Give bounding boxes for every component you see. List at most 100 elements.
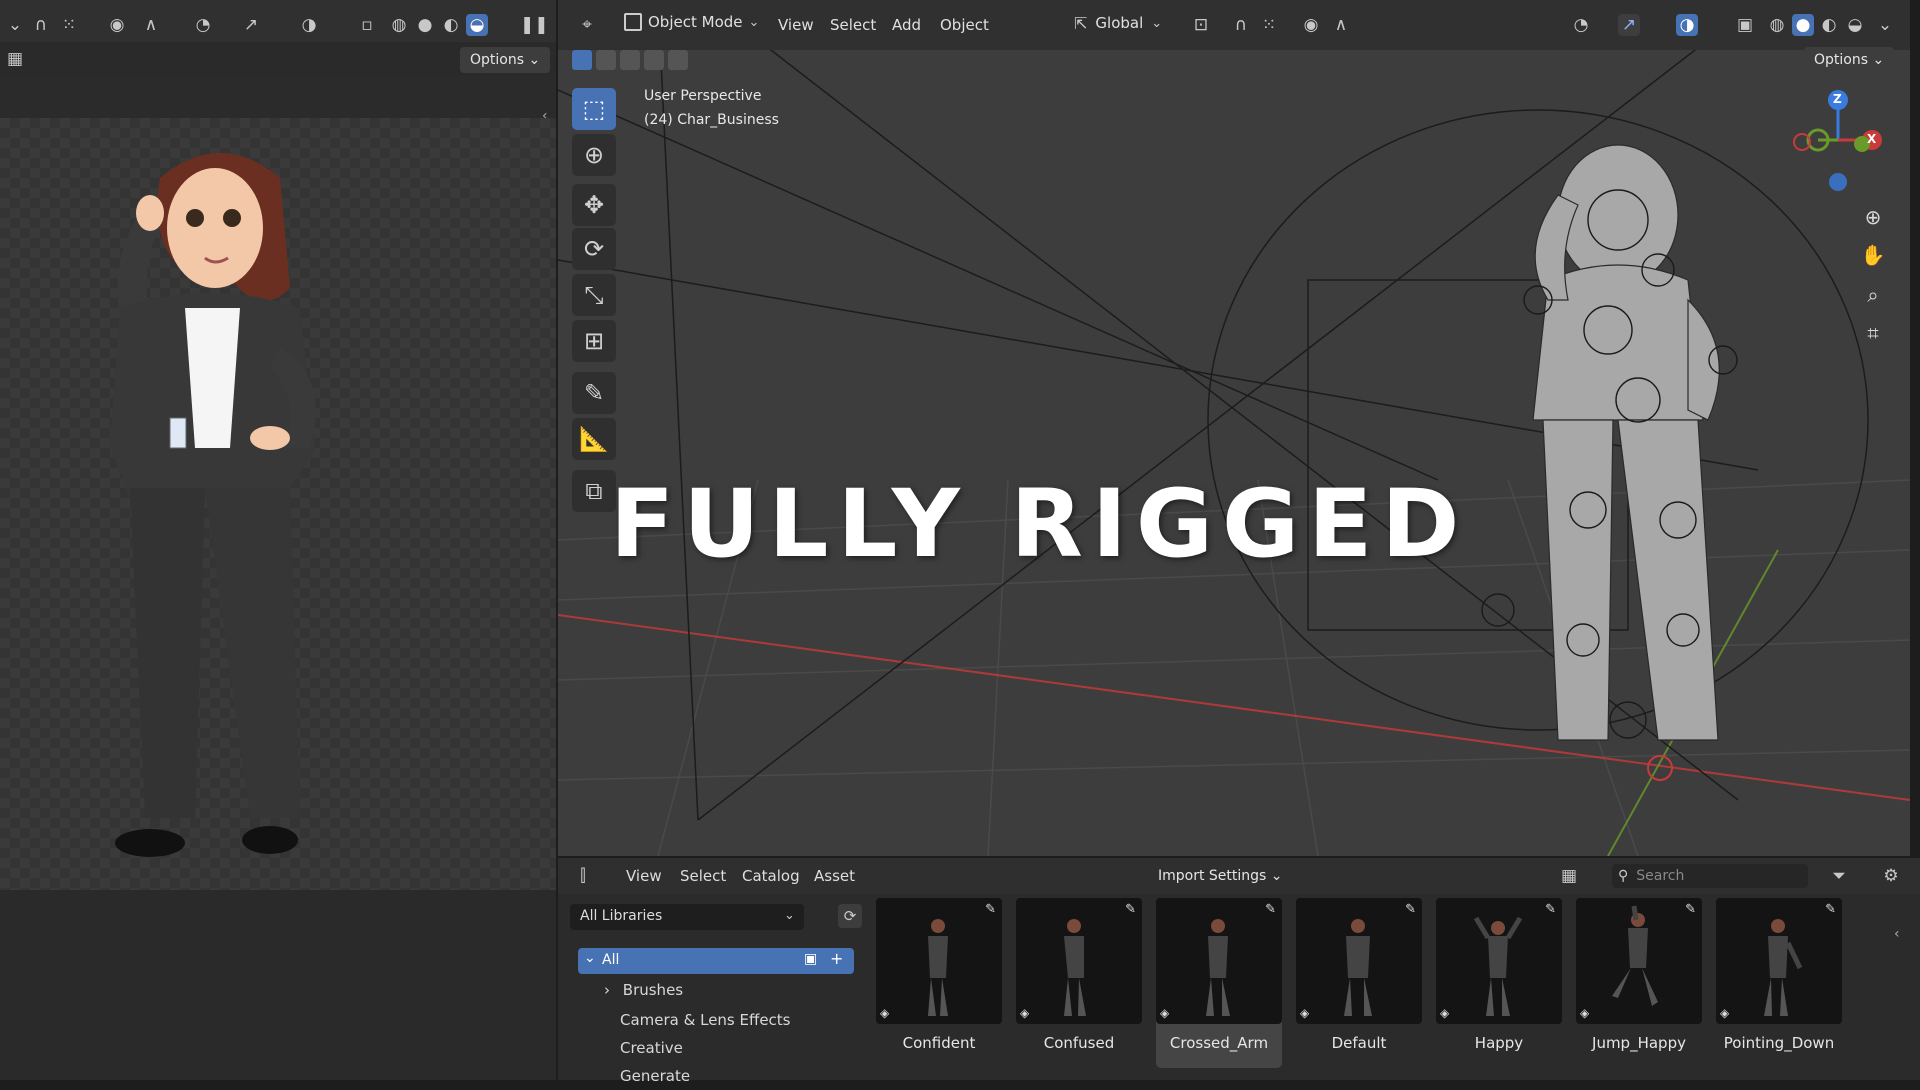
tree-item-generate[interactable]: Generate: [620, 1062, 690, 1090]
tree-item-all[interactable]: ⌄ All ▣ +: [578, 948, 854, 974]
edit-icon[interactable]: ✎: [1125, 902, 1136, 917]
visibility-icon[interactable]: ◔: [1570, 14, 1592, 36]
editor-type-icon[interactable]: ⌄: [4, 14, 26, 36]
chevron-down-icon[interactable]: ⌄: [1874, 14, 1896, 36]
library-selector[interactable]: All Libraries ⌄: [570, 904, 804, 930]
camera-view-icon[interactable]: ⌕: [1858, 280, 1888, 310]
rotate-tool[interactable]: ⟳: [572, 228, 616, 270]
3d-viewport[interactable]: [558, 0, 1910, 856]
filter-icon[interactable]: ⏷: [1828, 865, 1850, 887]
tree-item-brushes[interactable]: › Brushes: [604, 976, 683, 1004]
left-options-dropdown[interactable]: Options ⌄: [460, 47, 551, 73]
editor-type-icon[interactable]: ⫿: [572, 865, 594, 887]
overlay-icon[interactable]: ◑: [298, 14, 320, 36]
editor-type-icon[interactable]: ⌖: [576, 14, 598, 36]
select-box-tool[interactable]: ⬚: [572, 88, 616, 130]
snap-grid-icon[interactable]: ⁙: [58, 14, 80, 36]
gizmo-icon[interactable]: ↗: [1618, 14, 1640, 36]
image-editor-subheader: ▦ Options ⌄: [0, 42, 556, 76]
tree-item-camera-lens-effects[interactable]: Camera & Lens Effects: [620, 1006, 791, 1034]
proportional-edit-icon[interactable]: ◉: [1300, 14, 1322, 36]
select-extend-icon[interactable]: [596, 50, 616, 70]
select-new-icon[interactable]: [572, 50, 592, 70]
measure-tool[interactable]: 📐: [572, 418, 616, 460]
ab-menu-asset[interactable]: Asset: [814, 867, 855, 885]
asset-thumbnail: ✎ ◈: [1436, 898, 1562, 1024]
visibility-icon[interactable]: ◔: [192, 14, 214, 36]
xray-icon[interactable]: ▫: [356, 14, 378, 36]
pan-hand-icon[interactable]: ✋: [1858, 240, 1888, 270]
select-intersect-icon[interactable]: [668, 50, 688, 70]
perspective-label: User Perspective: [644, 88, 762, 104]
pivot-point-icon[interactable]: ⊡: [1190, 14, 1212, 36]
asset-label: Jump_Happy: [1592, 1034, 1686, 1052]
chevron-down-icon: ⌄: [748, 14, 760, 30]
orientation-icon: ⇱: [1074, 13, 1088, 33]
catalog-save-icon[interactable]: ▣: [804, 951, 817, 967]
asset-card-confused[interactable]: ✎ ◈ Confused: [1016, 898, 1142, 1068]
edit-icon[interactable]: ✎: [1265, 902, 1276, 917]
overlay-icon[interactable]: ◑: [1676, 14, 1698, 36]
solid-shading-icon[interactable]: ●: [414, 14, 436, 36]
snap-magnet-icon[interactable]: ∩: [30, 14, 52, 36]
navigation-gizmo[interactable]: Z X: [1790, 88, 1900, 198]
import-settings-dropdown[interactable]: Import Settings ⌄: [1148, 863, 1293, 889]
asset-card-pointing-down[interactable]: ✎ ◈ Pointing_Down: [1716, 898, 1842, 1068]
snap-grid-icon[interactable]: ⁙: [1258, 14, 1280, 36]
rendered-shading-icon[interactable]: ◒: [1844, 14, 1866, 36]
asset-card-crossed-arm[interactable]: ✎ ◈ Crossed_Arm: [1156, 898, 1282, 1068]
asset-card-happy[interactable]: ✎ ◈ Happy: [1436, 898, 1562, 1068]
menu-select[interactable]: Select: [830, 15, 876, 35]
pause-icon[interactable]: ❚❚: [520, 14, 549, 36]
rendered-shading-icon[interactable]: ◒: [466, 14, 488, 36]
asset-card-default[interactable]: ✎ ◈ Default: [1296, 898, 1422, 1068]
select-subtract-icon[interactable]: [620, 50, 640, 70]
move-tool[interactable]: ✥: [572, 184, 616, 226]
material-shading-icon[interactable]: ◐: [440, 14, 462, 36]
transform-tool[interactable]: ⊞: [572, 320, 616, 362]
wireframe-shading-icon[interactable]: ◍: [1766, 14, 1788, 36]
edit-icon[interactable]: ✎: [1825, 902, 1836, 917]
add-catalog-icon[interactable]: +: [830, 949, 843, 968]
search-field[interactable]: ⚲ Search: [1612, 864, 1808, 888]
edit-icon[interactable]: ✎: [1545, 902, 1556, 917]
object-mode-icon: [624, 13, 642, 31]
mode-selector[interactable]: Object Mode ⌄: [624, 12, 759, 32]
annotate-tool[interactable]: ✎: [572, 372, 616, 414]
display-mode-icon[interactable]: ▦: [1558, 865, 1580, 887]
wireframe-shading-icon[interactable]: ◍: [388, 14, 410, 36]
material-shading-icon[interactable]: ◐: [1818, 14, 1840, 36]
ab-menu-catalog[interactable]: Catalog: [742, 867, 800, 885]
gizmo-icon[interactable]: ↗: [240, 14, 262, 36]
scale-tool[interactable]: ⤡: [572, 274, 616, 316]
collapse-arrow-icon[interactable]: ‹: [1894, 926, 1900, 942]
menu-view[interactable]: View: [778, 15, 814, 35]
select-invert-icon[interactable]: [644, 50, 664, 70]
viewport-options-dropdown[interactable]: Options ⌄: [1804, 47, 1895, 73]
gear-icon[interactable]: ⚙: [1880, 865, 1902, 887]
proportional-edit-icon[interactable]: ◉: [106, 14, 128, 36]
menu-add[interactable]: Add: [892, 15, 921, 35]
cursor-tool[interactable]: ⊕: [572, 134, 616, 176]
falloff-icon[interactable]: ∧: [1330, 14, 1352, 36]
asset-card-jump-happy[interactable]: ✎ ◈ Jump_Happy: [1576, 898, 1702, 1068]
asset-card-confident[interactable]: ✎ ◈ Confident: [876, 898, 1002, 1068]
transform-orientation-dropdown[interactable]: ⇱ Global ⌄: [1074, 13, 1162, 33]
zoom-icon[interactable]: ⊕: [1858, 202, 1888, 232]
ab-menu-select[interactable]: Select: [680, 867, 726, 885]
refresh-icon[interactable]: ⟳: [838, 904, 862, 928]
perspective-toggle-icon[interactable]: ⌗: [1858, 318, 1888, 348]
view-toggle-icon[interactable]: ▦: [4, 48, 26, 70]
solid-shading-icon[interactable]: ●: [1792, 14, 1814, 36]
edit-icon[interactable]: ✎: [1685, 902, 1696, 917]
ab-menu-view[interactable]: View: [626, 867, 662, 885]
falloff-icon[interactable]: ∧: [140, 14, 162, 36]
edit-icon[interactable]: ✎: [1405, 902, 1416, 917]
tree-item-creative[interactable]: Creative: [620, 1034, 683, 1062]
menu-object[interactable]: Object: [940, 15, 989, 35]
asset-type-icon: ◈: [1300, 1006, 1310, 1020]
snap-magnet-icon[interactable]: ∩: [1230, 14, 1252, 36]
xray-icon[interactable]: ▣: [1734, 14, 1756, 36]
character-illustration: [110, 153, 316, 857]
edit-icon[interactable]: ✎: [985, 902, 996, 917]
